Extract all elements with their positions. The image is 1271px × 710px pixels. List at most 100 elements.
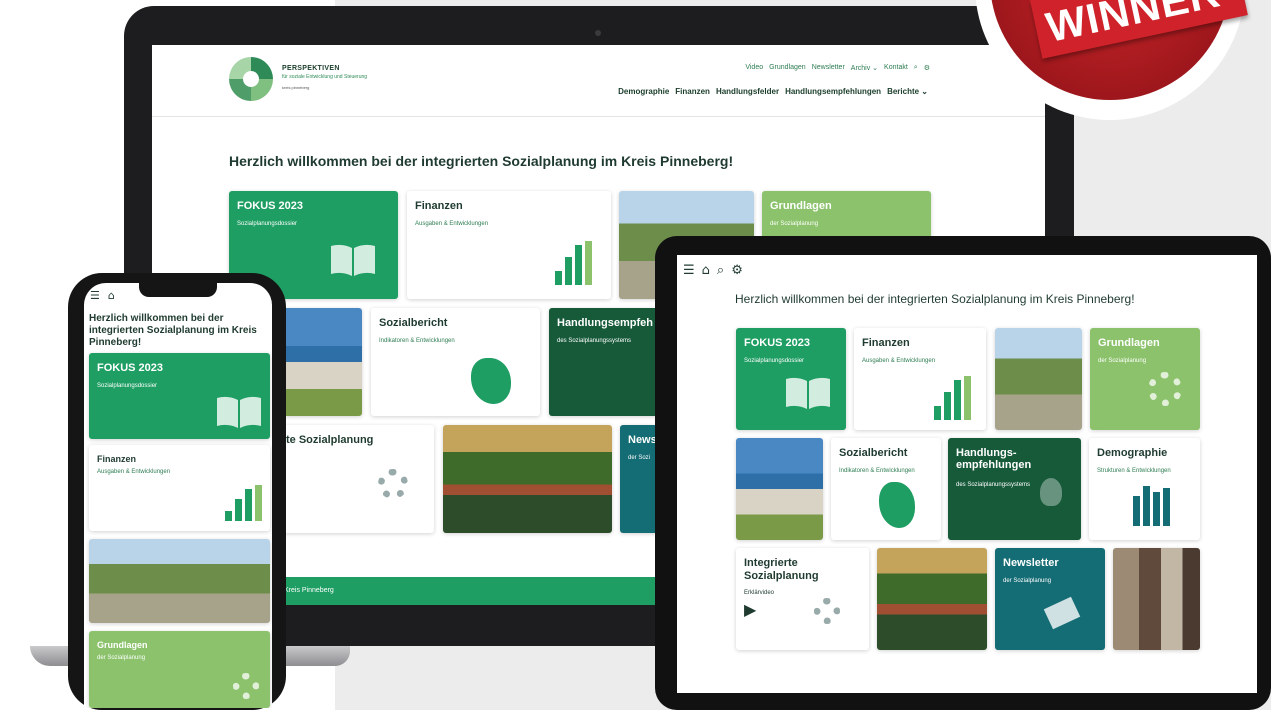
tile-title-line2: Sozialplanung (744, 570, 819, 582)
page-title: Herzlich willkommen bei der integrierten… (229, 153, 734, 169)
tile-subtitle: Sozialplanungsdossier (237, 221, 298, 227)
tile-title-line1: Integrierte (744, 557, 798, 569)
gear-icon (1148, 372, 1182, 406)
tile-integrierte-sozialplanung[interactable]: te Sozialplanung (282, 425, 434, 533)
home-icon[interactable]: ⌂ (702, 263, 710, 278)
map-icon (879, 482, 915, 528)
tile-demographie[interactable]: Demographie Strukturen & Entwicklungen (1089, 438, 1200, 540)
map-icon (471, 358, 511, 404)
nav-video[interactable]: Video (745, 64, 763, 72)
logo-icon[interactable] (229, 57, 273, 101)
tile-subtitle: der Sozialplanung (1098, 358, 1147, 364)
tile-subtitle: Ausgaben & Entwicklungen (415, 221, 489, 227)
tile-title: FOKUS 2023 (97, 362, 164, 374)
menu-icon[interactable]: ☰ (90, 289, 100, 302)
tile-sozialbericht[interactable]: Sozialbericht Indikatoren & Entwicklunge… (371, 308, 540, 416)
phone-toolbar: ☰ ⌂ (90, 289, 115, 302)
footer-text: Kreis Pinneberg (284, 587, 334, 594)
menu-icon[interactable]: ☰ (683, 263, 695, 278)
nav-kontakt[interactable]: Kontakt (884, 64, 908, 72)
tile-title: Grundlagen (770, 200, 832, 212)
main-nav: Demographie Finanzen Handlungsfelder Han… (618, 87, 928, 96)
play-icon[interactable]: ▶ (744, 600, 756, 619)
tile-title: Grundlagen (97, 640, 148, 650)
book-icon (331, 244, 375, 276)
tile-newsletter[interactable]: Newsletter der Sozialplanung (995, 548, 1105, 650)
photo-people[interactable] (1113, 548, 1200, 650)
tile-subtitle: Indikatoren & Entwicklungen (379, 338, 455, 344)
tile-subtitle: Sozialplanungsdossier (97, 383, 158, 389)
tile-subtitle: Ausgaben & Entwicklungen (97, 469, 171, 475)
tile-subtitle: Strukturen & Entwicklungen (1097, 468, 1171, 474)
tablet-screen: ☰ ⌂ ⌕ ⚙ Herzlich willkommen bei der inte… (677, 255, 1257, 693)
site-header: PERSPEKTIVEN für soziale Entwicklung und… (152, 45, 1045, 117)
photo-cyclists[interactable] (89, 539, 270, 623)
tile-title: Handlungsempfeh (557, 317, 653, 329)
settings-icon[interactable]: ⚙ (731, 263, 743, 278)
nav-grundlagen[interactable]: Grundlagen (769, 64, 806, 72)
lightbulb-icon (1040, 478, 1062, 506)
home-icon[interactable]: ⌂ (108, 289, 115, 302)
brand-tagline: für soziale Entwicklung und Steuerung (282, 74, 368, 80)
photo-coast[interactable] (736, 438, 823, 540)
tile-finanzen[interactable]: Finanzen Ausgaben & Entwicklungen (89, 445, 270, 531)
tile-finanzen[interactable]: Finanzen Ausgaben & Entwicklungen (407, 191, 611, 299)
photo-house[interactable] (877, 548, 987, 650)
brand-kreis: kreis pinneberg (282, 85, 310, 90)
tile-title: Finanzen (415, 200, 463, 212)
gear-icon (233, 673, 259, 699)
tile-fokus[interactable]: FOKUS 2023 Sozialplanungsdossier (736, 328, 846, 430)
tile-title: Finanzen (97, 454, 137, 464)
demographie-chart-icon (1133, 486, 1170, 526)
tile-title-line2: empfehlungen (956, 459, 1032, 471)
promo-stage: PERSPEKTIVEN für soziale Entwicklung und… (0, 0, 1271, 710)
search-icon[interactable]: ⌕ (717, 263, 724, 278)
tile-title: FOKUS 2023 (237, 200, 304, 212)
photo-cyclists[interactable] (995, 328, 1082, 430)
tile-subtitle: der Sozi (628, 455, 651, 461)
nav-demographie[interactable]: Demographie (618, 87, 669, 96)
gear-icon (814, 598, 840, 624)
envelope-icon (1043, 596, 1081, 630)
tile-fokus[interactable]: FOKUS 2023 Sozialplanungsdossier (89, 353, 270, 439)
tile-title: Finanzen (862, 337, 910, 349)
tile-title: Newsletter (1003, 557, 1059, 569)
bar-chart-icon (225, 485, 262, 521)
settings-icon[interactable]: ⚙ (924, 64, 930, 72)
tile-subtitle: der Sozialplanung (97, 655, 146, 661)
tile-title: Sozialbericht (379, 317, 448, 329)
top-nav: Video Grundlagen Newsletter Archiv ⌄ Kon… (745, 64, 930, 72)
camera-icon (595, 30, 601, 36)
brand-name: PERSPEKTIVEN (282, 65, 340, 72)
tile-title: News (628, 434, 657, 446)
tile-sozialbericht[interactable]: Sozialbericht Indikatoren & Entwicklunge… (831, 438, 941, 540)
tile-subtitle: Ausgaben & Entwicklungen (862, 358, 936, 364)
page-title: Herzlich willkommen bei der integrierten… (735, 292, 1135, 306)
tile-title: te Sozialplanung (286, 434, 374, 446)
tile-handlungsempfehlungen[interactable]: Handlungsempfeh des Sozialplanungssystem… (549, 308, 659, 416)
tile-integrierte-sozialplanung[interactable]: Integrierte Sozialplanung Erklärvideo ▶ (736, 548, 869, 650)
nav-berichte[interactable]: Berichte ⌄ (887, 87, 928, 96)
tile-grundlagen[interactable]: Grundlagen der Sozialplanung (89, 631, 270, 708)
tile-title: Demographie (1097, 447, 1168, 459)
tile-title: Sozialbericht (839, 447, 908, 459)
tile-subtitle: Sozialplanungsdossier (744, 358, 805, 364)
tile-grundlagen[interactable]: Grundlagen der Sozialplanung (1090, 328, 1200, 430)
nav-archiv[interactable]: Archiv ⌄ (851, 64, 878, 72)
nav-handlungsempfehlungen[interactable]: Handlungsempfehlungen (785, 87, 881, 96)
photo-house[interactable] (443, 425, 612, 533)
photo-coast[interactable] (282, 308, 362, 416)
bar-chart-icon (555, 241, 592, 285)
nav-finanzen[interactable]: Finanzen (675, 87, 710, 96)
search-icon[interactable]: ⌕ (914, 64, 918, 72)
tile-subtitle: der Sozialplanung (1003, 578, 1052, 584)
tablet-toolbar: ☰ ⌂ ⌕ ⚙ (683, 263, 743, 278)
nav-handlungsfelder[interactable]: Handlungsfelder (716, 87, 779, 96)
tile-handlungsempfehlungen[interactable]: Handlungs- empfehlungen des Sozialplanun… (948, 438, 1081, 540)
tile-newsletter[interactable]: News der Sozi (620, 425, 660, 533)
tile-title-line1: Handlungs- (956, 447, 1017, 459)
tile-finanzen[interactable]: Finanzen Ausgaben & Entwicklungen (854, 328, 986, 430)
nav-newsletter[interactable]: Newsletter (812, 64, 845, 72)
tile-subtitle: des Sozialplanungssystems (956, 482, 1031, 488)
tile-title: Grundlagen (1098, 337, 1160, 349)
